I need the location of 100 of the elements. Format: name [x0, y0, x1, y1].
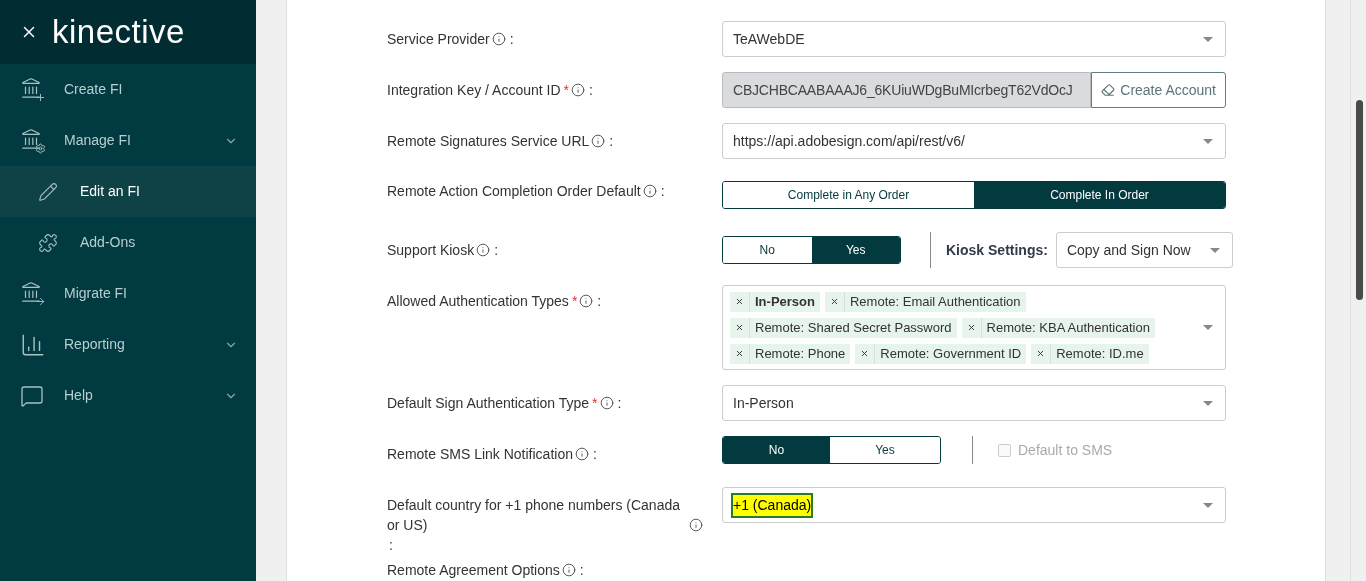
nav-label: Manage FI — [64, 131, 131, 150]
select-field[interactable]: TeAWebDE — [722, 21, 1226, 57]
kiosk-settings-label: Kiosk Settings: — [946, 240, 1048, 260]
toggle-option[interactable]: No — [723, 437, 830, 463]
dropdown-caret-icon — [1203, 400, 1213, 406]
dropdown-caret-icon — [1209, 247, 1220, 253]
info-icon[interactable] — [591, 134, 606, 148]
tag-label: Remote: KBA Authentication — [986, 318, 1151, 337]
puzzle-icon — [38, 232, 58, 253]
remove-icon[interactable] — [735, 349, 744, 358]
label-colon: : — [660, 183, 665, 199]
select-field[interactable]: In-Person — [722, 385, 1226, 421]
checkbox-label: Default to SMS — [1018, 440, 1113, 460]
tag-label: Remote: Government ID — [880, 344, 1023, 363]
help-icon — [20, 383, 44, 408]
pencil-icon — [38, 181, 58, 202]
info-icon[interactable] — [571, 83, 585, 97]
field-label: Integration Key / Account ID — [387, 81, 561, 100]
label-colon: : — [494, 242, 499, 258]
nav-label: Migrate FI — [64, 284, 127, 303]
multi-select-field[interactable]: In-Person Remote: Email Authentication Remote: Shared Secret Password Remote: KBA Authentication Remote: Phone Remote: Government ID Remote: ID.me — [722, 285, 1226, 370]
dropdown-caret-icon — [1203, 502, 1213, 508]
info-icon[interactable] — [491, 32, 506, 46]
select-value: TeAWebDE — [733, 29, 805, 49]
field-label: Remote SMS Link Notification — [387, 445, 573, 464]
nav-label: Edit an FI — [80, 182, 140, 201]
tag[interactable]: Remote: Email Authentication — [824, 291, 1026, 312]
toggle-option[interactable]: Complete In Order — [974, 182, 1225, 208]
label-colon: : — [589, 82, 593, 98]
remove-icon[interactable] — [735, 323, 744, 332]
dropdown-caret-icon — [1203, 138, 1213, 144]
dropdown-caret-icon — [1203, 325, 1213, 330]
tag[interactable]: Remote: Government ID — [855, 343, 1027, 364]
remove-icon[interactable] — [966, 323, 976, 332]
toggle-option[interactable]: Yes — [811, 237, 900, 263]
required-mark: * — [563, 82, 569, 98]
tag[interactable]: Remote: ID.me — [1031, 343, 1149, 364]
info-icon[interactable] — [579, 294, 594, 308]
eraser-icon — [1101, 83, 1116, 97]
field-label: Remote Agreement Options — [387, 561, 560, 580]
nav-item[interactable]: Help — [0, 370, 256, 421]
label-colon: : — [617, 395, 622, 411]
select-value: https://api.adobesign.com/api/rest/v6/ — [733, 131, 965, 151]
bank-gear-icon — [20, 127, 46, 154]
nav-label: Add-Ons — [80, 233, 136, 252]
label-colon: : — [609, 133, 614, 149]
select-field[interactable]: https://api.adobesign.com/api/rest/v6/ — [722, 123, 1226, 159]
tag[interactable]: Remote: Shared Secret Password — [730, 317, 957, 338]
scrollbar-thumb[interactable] — [1356, 100, 1363, 300]
nav-item[interactable]: Edit an FI — [0, 166, 256, 217]
dropdown-caret-icon — [1203, 36, 1213, 42]
nav-label: Help — [64, 386, 93, 405]
bank-arrow-icon — [20, 280, 46, 307]
tag[interactable]: Remote: Phone — [730, 343, 851, 364]
select-field[interactable]: Copy and Sign Now — [1055, 232, 1233, 268]
required-mark: * — [571, 293, 578, 309]
tag[interactable]: Remote: KBA Authentication — [961, 317, 1155, 338]
field-label: Service Provider — [387, 30, 490, 49]
info-icon[interactable] — [561, 563, 576, 577]
label-colon: : — [597, 293, 602, 309]
nav-item[interactable]: Migrate FI — [0, 268, 256, 319]
tag-label: Remote: Phone — [755, 344, 847, 363]
key-field[interactable]: CBJCHBCAABAAAJ6_6KUiuWDgBuMIcrbegT62VdOcJ — [722, 72, 1092, 108]
select-value: In-Person — [733, 393, 794, 413]
info-icon[interactable] — [574, 447, 589, 461]
nav-item[interactable]: Reporting — [0, 319, 256, 370]
info-icon[interactable] — [689, 518, 703, 532]
field-label: Remote Action Completion Order Default — [387, 182, 641, 201]
remove-icon[interactable] — [1036, 349, 1046, 358]
nav-label: Reporting — [64, 335, 125, 354]
remove-icon[interactable] — [735, 297, 744, 306]
logo: kinective — [52, 12, 185, 53]
label-colon: : — [389, 537, 393, 553]
select-field[interactable]: +1 (Canada) — [722, 487, 1226, 523]
tag-label: Remote: ID.me — [1056, 344, 1145, 363]
nav-item[interactable]: Manage FI — [0, 115, 256, 166]
required-mark: * — [592, 395, 598, 411]
label-colon: : — [592, 446, 597, 462]
tag-label: Remote: Email Authentication — [849, 292, 1022, 311]
label-colon: : — [509, 31, 514, 47]
remove-icon[interactable] — [829, 297, 839, 306]
select-value: +1 (Canada) — [733, 494, 812, 516]
field-label: Allowed Authentication Types — [387, 292, 569, 311]
label-colon: : — [579, 562, 584, 578]
nav-label: Create FI — [64, 80, 123, 99]
tag[interactable]: In-Person — [730, 291, 820, 312]
nav-item[interactable]: Add-Ons — [0, 217, 256, 268]
nav-item[interactable]: Create FI — [0, 64, 256, 115]
field-label: Remote Signatures Service URL — [387, 132, 590, 151]
field-label: Default Sign Authentication Type — [387, 394, 590, 413]
select-value: Copy and Sign Now — [1066, 240, 1191, 260]
create-account-button[interactable]: Create Account — [1091, 72, 1226, 108]
tag-label: In-Person — [755, 292, 816, 311]
info-icon[interactable] — [476, 243, 491, 257]
tag-label: Remote: Shared Secret Password — [755, 318, 953, 337]
info-icon[interactable] — [642, 184, 657, 198]
bank-plus-icon — [20, 76, 46, 103]
remove-icon[interactable] — [860, 349, 870, 358]
info-icon[interactable] — [599, 396, 614, 410]
field-label: Support Kiosk — [387, 241, 475, 260]
